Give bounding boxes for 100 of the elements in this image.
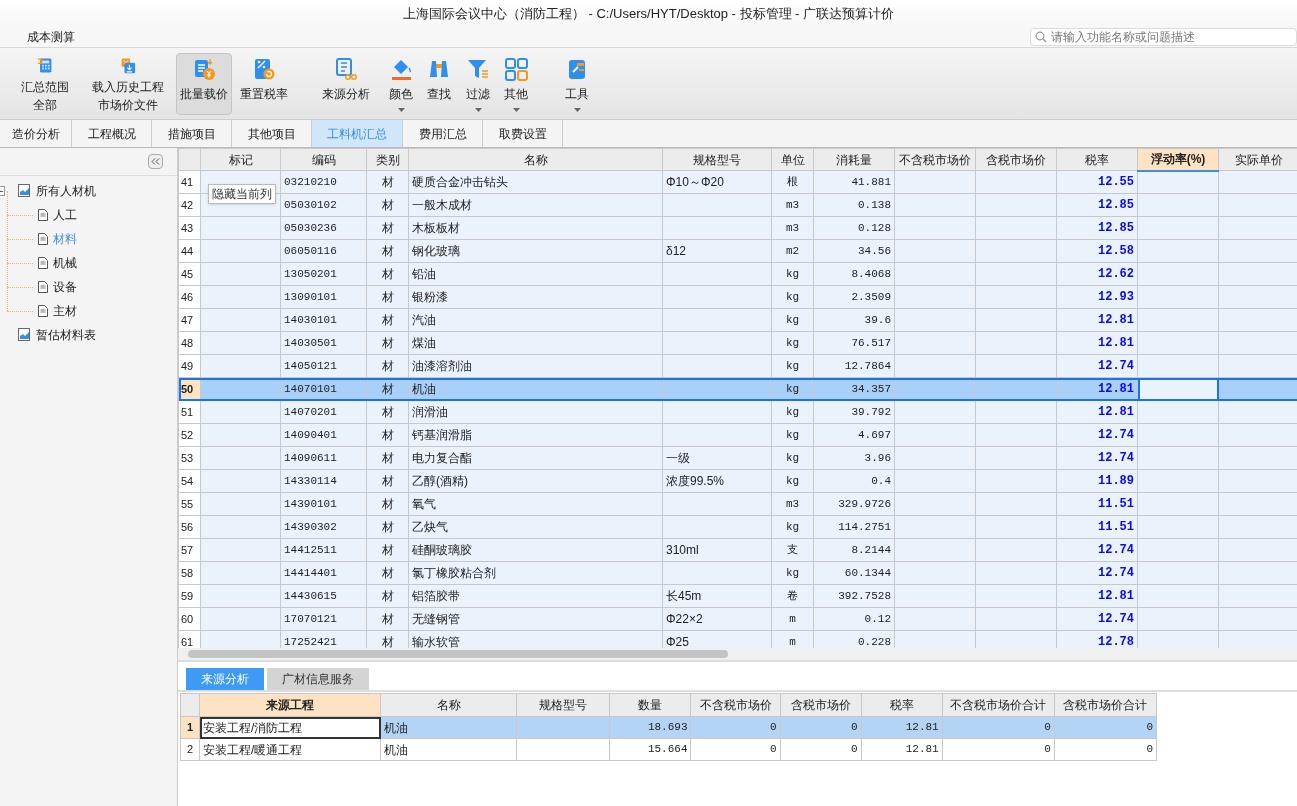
toolbar-button[interactable]: 工具 <box>546 53 608 115</box>
column-header[interactable]: 规格型号 <box>516 693 610 717</box>
column-header[interactable]: 税率 <box>1056 148 1138 171</box>
row-number: 49 <box>178 354 201 378</box>
row-number: 1 <box>180 716 200 739</box>
table-cell: 电力复合酯 <box>408 446 663 470</box>
caret-icon <box>512 108 520 112</box>
table-cell: 木板板材 <box>408 216 663 240</box>
column-header[interactable]: 名称 <box>408 148 663 171</box>
column-header[interactable]: 不含税市场价 <box>894 148 976 171</box>
row-number: 55 <box>178 492 201 516</box>
filter-icon <box>466 57 490 81</box>
column-header[interactable]: 实际单价 <box>1218 148 1297 171</box>
table-cell: 机油 <box>408 377 663 401</box>
tree-item[interactable]: 暂估材料表 <box>36 326 96 344</box>
row-number: 44 <box>178 239 201 263</box>
column-header[interactable]: 不含税市场价 <box>691 693 781 717</box>
toolbar-button[interactable]: 查找 <box>420 53 458 115</box>
column-header[interactable]: 单位 <box>771 148 814 171</box>
tree-item[interactable]: 人工 <box>53 206 77 224</box>
horizontal-scrollbar[interactable] <box>178 648 1297 660</box>
column-header[interactable]: 含税市场价 <box>780 693 862 717</box>
column-header[interactable]: 不含税市场价合计 <box>942 693 1055 717</box>
search-field[interactable]: 请输入功能名称或问题描述 <box>1030 28 1297 46</box>
table-cell: 硬质合金冲击钻头 <box>408 170 663 194</box>
table-cell: 铝箔胶带 <box>408 584 663 608</box>
tab[interactable]: 费用汇总 <box>403 120 483 147</box>
tree-item[interactable]: 所有人材机 <box>36 182 96 200</box>
toolbar-button[interactable]: 汇总范围 全部 <box>10 53 80 115</box>
double-chevron-left-icon <box>151 158 160 165</box>
table-cell: 机油 <box>380 716 517 739</box>
table-cell: 一般木成材 <box>408 193 663 217</box>
row-number: 56 <box>178 515 201 539</box>
table-cell: 氯丁橡胶粘合剂 <box>408 561 663 585</box>
row-number: 52 <box>178 423 201 447</box>
row-number: 2 <box>180 738 200 761</box>
table-cell: 乙炔气 <box>408 515 663 539</box>
documents-coin-icon <box>192 57 216 81</box>
chart-document-icon <box>18 328 32 342</box>
column-header[interactable]: 类别 <box>366 148 409 171</box>
document-icon <box>38 209 48 221</box>
toolbar-button[interactable]: 重置税率 <box>232 53 296 115</box>
toolbar-button[interactable]: 来源分析 <box>310 53 382 115</box>
row-number: 43 <box>178 216 201 240</box>
caret-icon <box>573 108 581 112</box>
table-cell[interactable]: 安装工程/消防工程 <box>199 716 381 739</box>
column-header[interactable]: 规格型号 <box>662 148 772 171</box>
row-number: 59 <box>178 584 201 608</box>
toolbar-button[interactable]: 批量载价 <box>176 53 232 115</box>
document-icon <box>38 305 48 317</box>
row-number: 53 <box>178 446 201 470</box>
tooltip: 隐藏当前列 <box>208 184 276 204</box>
tab[interactable]: 措施项目 <box>152 120 232 147</box>
table-cell: 银粉漆 <box>408 285 663 309</box>
window-title: 上海国际会议中心（消防工程） - C:/Users/HYT/Desktop - 投标管理 - 广联达预算计价 <box>402 5 895 24</box>
column-header[interactable]: 编码 <box>280 148 367 171</box>
row-number: 48 <box>178 331 201 355</box>
row-number: 60 <box>178 607 201 631</box>
column-header[interactable]: 名称 <box>380 693 517 717</box>
row-number: 45 <box>178 262 201 286</box>
toolbar-button[interactable]: 颜色 <box>382 53 420 115</box>
table-cell: 油漆溶剂油 <box>408 354 663 378</box>
percent-document-icon <box>252 57 276 81</box>
column-header[interactable]: 含税市场价 <box>975 148 1057 171</box>
row-number: 57 <box>178 538 201 562</box>
table-cell: 无缝钢管 <box>408 607 663 631</box>
row-number: 46 <box>178 285 201 309</box>
toolbar-button[interactable]: 过滤 <box>458 53 498 115</box>
collapse-button[interactable] <box>148 154 163 169</box>
tree-item[interactable]: 主材 <box>53 302 77 320</box>
column-header[interactable]: 含税市场价合计 <box>1054 693 1157 717</box>
column-header[interactable]: 浮动率(%) <box>1137 148 1219 171</box>
table-cell: 安装工程/暖通工程 <box>199 738 381 761</box>
column-header[interactable]: 标记 <box>200 148 281 171</box>
toolbar-button[interactable]: 其他 <box>498 53 534 115</box>
tab[interactable]: 取费设置 <box>483 120 563 147</box>
table-cell: 氧气 <box>408 492 663 516</box>
column-header[interactable]: 消耗量 <box>813 148 895 171</box>
column-header[interactable]: 来源工程 <box>199 693 381 717</box>
column-header[interactable]: 数量 <box>609 693 691 717</box>
tree-item[interactable]: 设备 <box>53 278 77 296</box>
column-header[interactable]: 税率 <box>861 693 943 717</box>
tab[interactable]: 广材信息服务 <box>267 668 369 690</box>
table-cell: 汽油 <box>408 308 663 332</box>
table-cell: 钢化玻璃 <box>408 239 663 263</box>
tab[interactable]: 造价分析 <box>0 120 72 147</box>
row-number: 41 <box>178 170 201 194</box>
table-cell: 铅油 <box>408 262 663 286</box>
document-icon <box>38 281 48 293</box>
menu-item[interactable]: 成本测算 <box>25 28 77 46</box>
document-icon <box>38 257 48 269</box>
tab[interactable]: 工程概况 <box>72 120 152 147</box>
document-icon <box>38 233 48 245</box>
paint-bucket-icon <box>389 57 413 81</box>
toolbar-button[interactable]: 载入历史工程 市场价文件 <box>80 53 176 115</box>
tree-item[interactable]: 机械 <box>53 254 77 272</box>
table-cell: 煤油 <box>408 331 663 355</box>
row-number: 42 <box>178 193 201 217</box>
search-icon <box>1035 31 1047 43</box>
row-number: 51 <box>178 400 201 424</box>
